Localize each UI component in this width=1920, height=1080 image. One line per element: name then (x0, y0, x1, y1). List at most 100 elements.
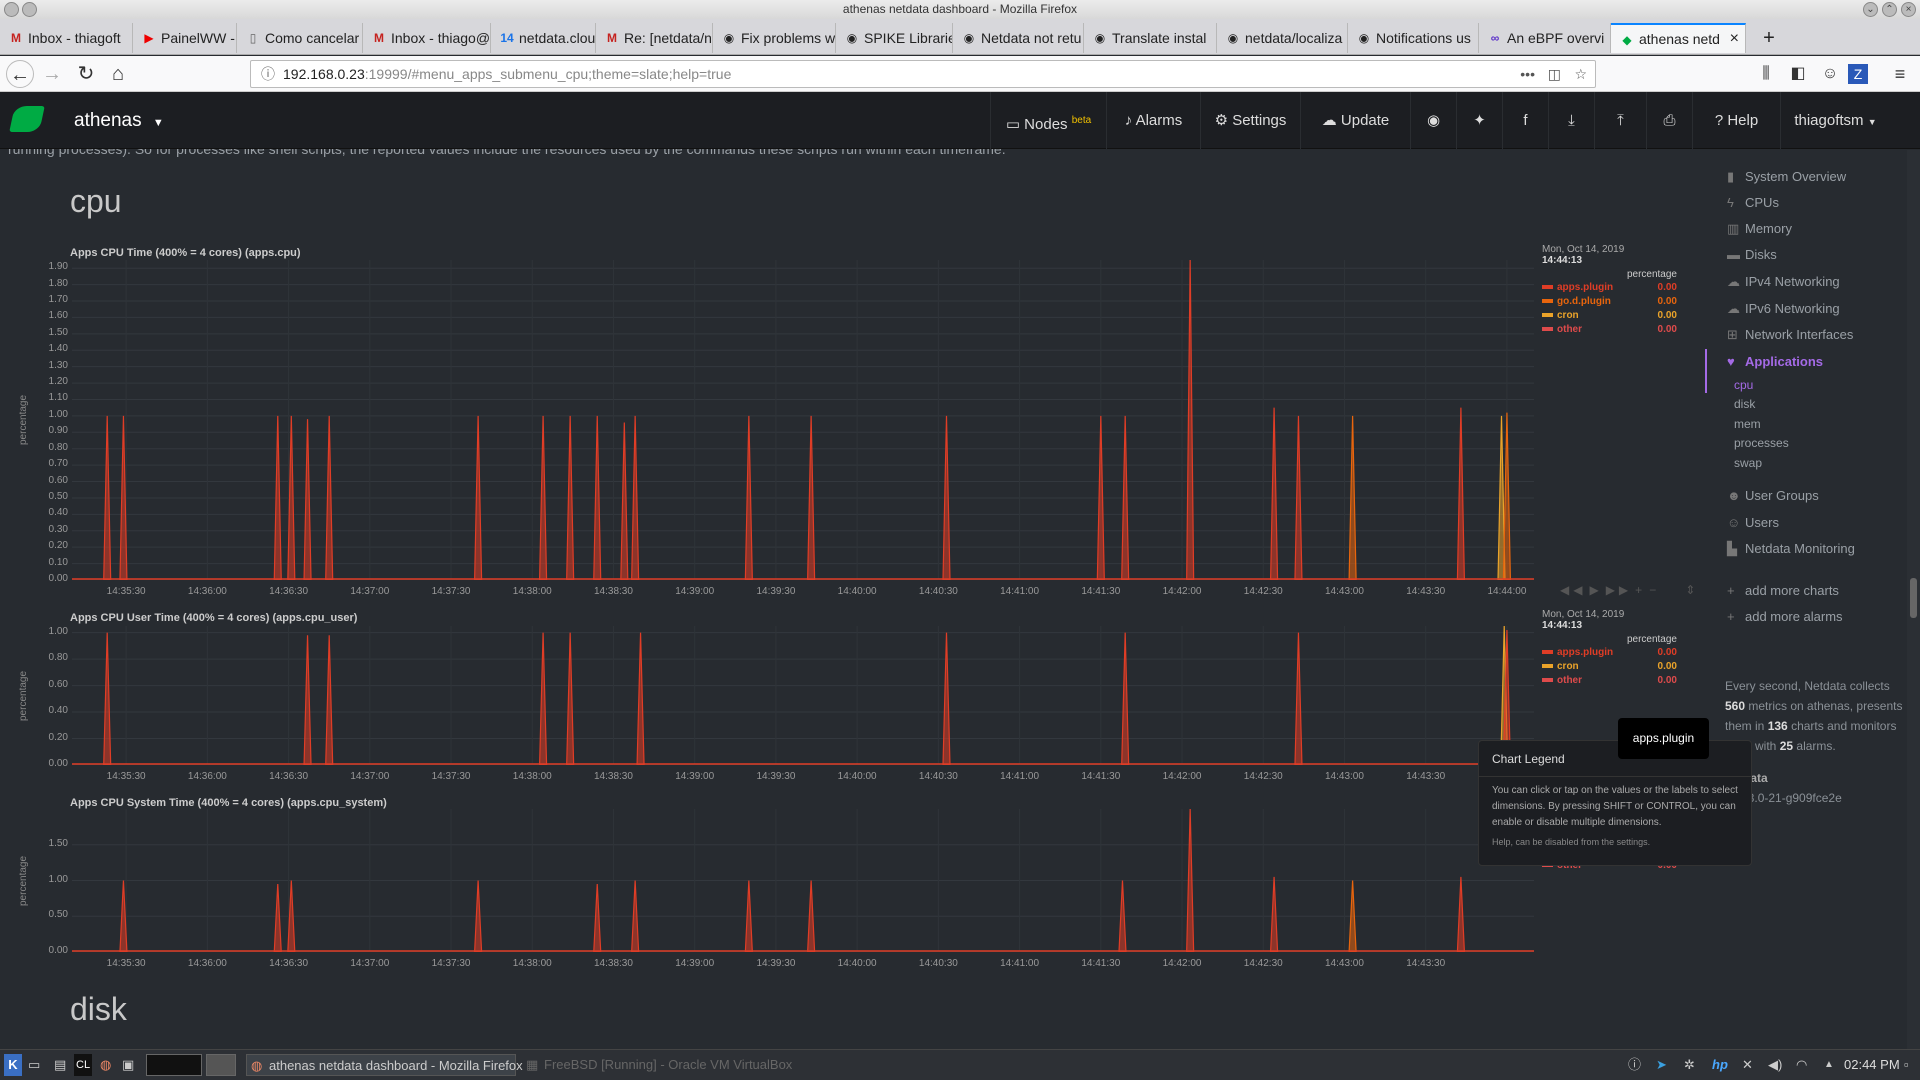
zotero-icon[interactable]: Z (1848, 64, 1868, 84)
tab-0[interactable]: M Inbox - thiagoft (0, 23, 133, 53)
scrollbar-thumb[interactable] (1910, 578, 1917, 618)
legend-series-name[interactable]: cron (1557, 310, 1637, 321)
legend-row-go-d-plugin[interactable]: go.d.plugin0.00 (1542, 294, 1677, 308)
clock[interactable]: 02:44 PM (1844, 1054, 1900, 1076)
hostname-dropdown[interactable]: athenas ▼ (74, 110, 164, 132)
wifi-tray-icon[interactable]: ◠ (1796, 1054, 1807, 1076)
volume-tray-icon[interactable]: ◀) (1768, 1054, 1782, 1076)
telegram-tray-icon[interactable]: ➤ (1656, 1054, 1667, 1076)
legend-row-cron[interactable]: cron 0.00 (1542, 659, 1677, 673)
legend-series-value[interactable]: 0.00 (1637, 324, 1677, 335)
legend-row-apps-plugin[interactable]: apps.plugin0.00 (1542, 645, 1677, 659)
legend-series-value[interactable]: 0.00 (1637, 282, 1677, 293)
minimize-icon[interactable]: ⌄ (1863, 2, 1878, 17)
sidebar-subitem-mem[interactable]: mem (1734, 417, 1761, 431)
pocket-icon[interactable]: ◫ (1548, 61, 1561, 87)
help-button[interactable]: ? Help (1692, 92, 1780, 149)
dolphin-icon[interactable]: ▤ (54, 1054, 66, 1076)
forward-icon[interactable]: ▶▶ (1606, 583, 1632, 597)
info-tray-icon[interactable]: ⓘ (1628, 1054, 1641, 1076)
back-button[interactable]: ← (6, 60, 34, 88)
hamburger-menu-icon[interactable]: ≡ (1886, 60, 1914, 88)
tab-3[interactable]: M Inbox - thiago@ (363, 23, 491, 53)
sidebar-toggle-icon[interactable]: ◧ (1784, 60, 1812, 88)
legend-series-value[interactable]: 0.00 (1637, 647, 1677, 658)
chart-plot-area[interactable] (72, 809, 1534, 952)
legend-row-other[interactable]: other0.00 (1542, 322, 1677, 336)
legend-row-other[interactable]: other0.00 (1542, 673, 1677, 687)
sidebar-subitem-cpu[interactable]: cpu (1734, 378, 1753, 392)
zoom-out-icon[interactable]: − (1649, 583, 1660, 597)
zoom-in-icon[interactable]: + (1635, 583, 1646, 597)
sidebar-item-system-overview[interactable]: ▮ System Overview (1727, 169, 1846, 185)
forward-button[interactable]: → (38, 60, 66, 88)
maximize-icon[interactable]: ⌃ (1882, 2, 1897, 17)
tab-8[interactable]: ◉ Netdata not retu (953, 23, 1084, 53)
sidebar-item-user-groups[interactable]: ☻ User Groups (1727, 488, 1819, 503)
reload-button[interactable]: ↻ (72, 60, 100, 88)
add-alarms-link[interactable]: + add more alarms (1727, 609, 1843, 624)
kde-menu-icon[interactable]: K (4, 1054, 22, 1076)
tab-9[interactable]: ◉ Translate instal (1084, 23, 1217, 53)
hp-tray-icon[interactable]: hp (1712, 1054, 1728, 1076)
update-button[interactable]: ☁ Update (1300, 92, 1410, 149)
sidebar-item-network-interfaces[interactable]: ⊞ Network Interfaces (1727, 327, 1853, 343)
tab-10[interactable]: ◉ netdata/localiza (1217, 23, 1348, 53)
legend-series-value[interactable]: 0.00 (1637, 310, 1677, 321)
legend-series-name[interactable]: other (1557, 324, 1637, 335)
download-button[interactable]: ⤓ (1548, 92, 1594, 149)
taskbar-window-firefox[interactable]: ◍ athenas netdata dashboard - Mozilla Fi… (246, 1054, 523, 1076)
resize-handle-icon[interactable]: ⇕ (1685, 583, 1699, 597)
alarms-button[interactable]: ♪ Alarms (1106, 92, 1200, 149)
nodes-button[interactable]: ▭ Nodes beta (990, 92, 1106, 149)
tray-expand-icon[interactable]: ▲ (1824, 1054, 1834, 1076)
sidebar-subitem-disk[interactable]: disk (1734, 397, 1755, 411)
play-icon[interactable]: ▶ (1589, 583, 1602, 597)
page-scrollbar[interactable] (1907, 150, 1920, 1050)
facebook-button[interactable]: f (1502, 92, 1548, 149)
netdata-logo-icon[interactable] (9, 106, 45, 132)
sidebar-item-memory[interactable]: ▥ Memory (1727, 221, 1792, 237)
desktop-pager-1[interactable] (146, 1054, 202, 1076)
sidebar-item-applications[interactable]: ♥ Applications (1727, 354, 1823, 369)
account-icon[interactable]: ☺ (1816, 60, 1844, 88)
legend-series-name[interactable]: go.d.plugin (1557, 296, 1637, 307)
tab-6[interactable]: ◉ Fix problems w (713, 23, 836, 53)
chart-plot-area[interactable] (72, 626, 1534, 765)
legend-series-value[interactable]: 0.00 (1637, 661, 1677, 672)
window-menu-icon[interactable] (22, 2, 37, 17)
settings-button[interactable]: ⚙ Settings (1200, 92, 1300, 149)
add-charts-link[interactable]: + add more charts (1727, 583, 1839, 598)
taskbar-window-virtualbox[interactable]: ▦ FreeBSD [Running] - Oracle VM VirtualB… (524, 1054, 794, 1076)
tab-11[interactable]: ◉ Notifications us (1348, 23, 1479, 53)
new-tab-button[interactable]: + (1754, 23, 1784, 53)
library-icon[interactable]: ⫼ (1752, 60, 1780, 88)
firefox-launcher-icon[interactable]: ◍ (100, 1054, 111, 1076)
tab-5[interactable]: M Re: [netdata/net (596, 23, 713, 53)
info-icon[interactable]: ⓘ (261, 61, 275, 87)
sidebar-item-netdata-monitoring[interactable]: ▙ Netdata Monitoring (1727, 541, 1855, 557)
sidebar-item-users[interactable]: ☺ Users (1727, 515, 1779, 530)
tab-13[interactable]: ◆ athenas netd × (1611, 23, 1746, 53)
sidebar-subitem-swap[interactable]: swap (1734, 456, 1762, 470)
legend-row-apps-plugin[interactable]: apps.plugin0.00 (1542, 280, 1677, 294)
sidebar-subitem-processes[interactable]: processes (1734, 436, 1789, 450)
sidebar-item-ipv6-networking[interactable]: ☁ IPv6 Networking (1727, 301, 1840, 317)
desktop-pager-2[interactable] (206, 1054, 236, 1076)
legend-series-name[interactable]: cron (1557, 661, 1637, 672)
close-window-icon[interactable]: × (1901, 2, 1916, 17)
home-button[interactable]: ⌂ (104, 60, 132, 88)
legend-series-name[interactable]: apps.plugin (1557, 647, 1637, 658)
legend-series-name[interactable]: apps.plugin (1557, 282, 1637, 293)
legend-series-name[interactable]: other (1557, 675, 1637, 686)
sidebar-item-disks[interactable]: ▬ Disks (1727, 247, 1777, 262)
sidebar-item-cpus[interactable]: ϟ CPUs (1727, 195, 1779, 210)
github-button[interactable]: ◉ (1410, 92, 1456, 149)
files-icon[interactable]: ▭ (28, 1054, 40, 1076)
network-tray-icon[interactable]: ✲ (1684, 1054, 1695, 1076)
clion-icon[interactable]: CL (74, 1054, 93, 1076)
page-actions-icon[interactable]: ••• (1520, 61, 1535, 87)
tab-7[interactable]: ◉ SPIKE Libraries (836, 23, 953, 53)
bookmark-star-icon[interactable]: ☆ (1574, 61, 1587, 87)
tab-12[interactable]: ∞ An eBPF overvi (1479, 23, 1611, 53)
